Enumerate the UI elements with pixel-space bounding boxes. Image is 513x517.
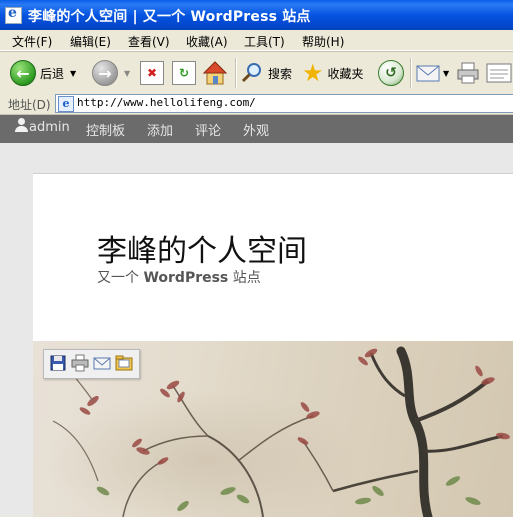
print-button[interactable] <box>456 58 480 88</box>
admin-appearance-link[interactable]: 外观 <box>243 120 269 139</box>
image-toolbar <box>43 349 140 379</box>
address-bar: 地址(D) e http://www.hellolifeng.com/ <box>0 93 513 115</box>
site-title[interactable]: 李峰的个人空间 <box>97 226 307 270</box>
window-title-bar[interactable]: 李峰的个人空间 | 又一个 WordPress 站点 <box>0 0 513 30</box>
refresh-button[interactable]: ↻ <box>172 58 196 88</box>
edit-page-icon <box>486 63 512 83</box>
mail-image-button[interactable] <box>93 354 111 372</box>
mail-icon <box>93 357 111 370</box>
stop-button[interactable]: ✖ <box>140 58 164 88</box>
forward-dropdown-icon[interactable]: ▼ <box>124 69 130 78</box>
edit-button[interactable] <box>486 58 512 88</box>
menu-file[interactable]: 文件(F) <box>12 33 52 50</box>
page-icon: e <box>58 96 74 112</box>
mail-dropdown-icon[interactable]: ▼ <box>443 69 449 78</box>
back-label: 后退 <box>40 66 65 81</box>
history-button[interactable]: ↺ <box>378 58 404 88</box>
menu-edit[interactable]: 编辑(E) <box>70 33 111 50</box>
admin-add-link[interactable]: 添加 <box>147 120 173 139</box>
admin-comments-link[interactable]: 评论 <box>195 120 221 139</box>
search-label: 搜索 <box>268 66 293 81</box>
site-desc-brand: WordPress <box>143 270 229 286</box>
forward-arrow-icon: → <box>92 60 118 86</box>
search-icon <box>241 63 261 83</box>
wp-admin-bar: admin 控制板 添加 评论 外观 <box>0 115 513 143</box>
site-desc-suffix: 站点 <box>232 270 261 286</box>
site-description: 又一个 WordPress 站点 <box>97 267 261 287</box>
site-desc-prefix: 又一个 <box>97 270 139 286</box>
window-title: 李峰的个人空间 | 又一个 WordPress 站点 <box>28 9 311 25</box>
forward-button[interactable]: → ▼ <box>92 58 130 88</box>
star-icon: ★ <box>302 59 324 87</box>
home-icon <box>202 61 228 85</box>
favorites-button[interactable]: ★ 收藏夹 <box>302 58 364 88</box>
print-image-button[interactable] <box>71 354 89 372</box>
search-button[interactable]: 搜索 <box>240 58 292 88</box>
back-button[interactable]: ← 后退 ▼ <box>10 58 76 88</box>
menu-view[interactable]: 查看(V) <box>128 33 170 50</box>
save-disk-icon <box>50 355 66 371</box>
favorites-label: 收藏夹 <box>327 66 364 81</box>
user-avatar-icon <box>15 118 28 132</box>
stop-icon: ✖ <box>140 61 164 85</box>
address-label: 地址(D) <box>8 98 51 112</box>
menu-help[interactable]: 帮助(H) <box>302 33 344 50</box>
open-folder-button[interactable] <box>115 354 133 372</box>
address-url: http://www.hellolifeng.com/ <box>77 96 256 109</box>
mail-icon <box>416 65 440 82</box>
page-content: 李峰的个人空间 又一个 WordPress 站点 <box>33 173 513 517</box>
back-arrow-icon: ← <box>10 60 36 86</box>
save-image-button[interactable] <box>49 354 67 372</box>
print-icon <box>457 62 479 84</box>
menu-favorites[interactable]: 收藏(A) <box>186 33 228 50</box>
history-icon: ↺ <box>378 60 404 86</box>
address-input[interactable]: e http://www.hellolifeng.com/ <box>55 94 513 113</box>
ie-icon <box>5 5 22 24</box>
back-dropdown-icon[interactable]: ▼ <box>70 69 76 78</box>
toolbar-separator <box>410 58 412 88</box>
mail-button[interactable]: ▼ <box>416 58 449 88</box>
home-button[interactable] <box>202 58 228 88</box>
toolbar-separator <box>235 58 237 88</box>
menu-bar: 文件(F) 编辑(E) 查看(V) 收藏(A) 工具(T) 帮助(H) <box>0 30 513 51</box>
refresh-icon: ↻ <box>172 61 196 85</box>
admin-dashboard-link[interactable]: 控制板 <box>86 120 125 139</box>
print-icon <box>71 354 89 372</box>
menu-tools[interactable]: 工具(T) <box>244 33 285 50</box>
admin-user-link[interactable]: admin <box>29 120 70 135</box>
standard-toolbar: ← 后退 ▼ → ▼ ✖ ↻ 搜索 ★ 收藏夹 ↺ ▼ <box>0 51 513 95</box>
folder-icon <box>115 355 133 371</box>
